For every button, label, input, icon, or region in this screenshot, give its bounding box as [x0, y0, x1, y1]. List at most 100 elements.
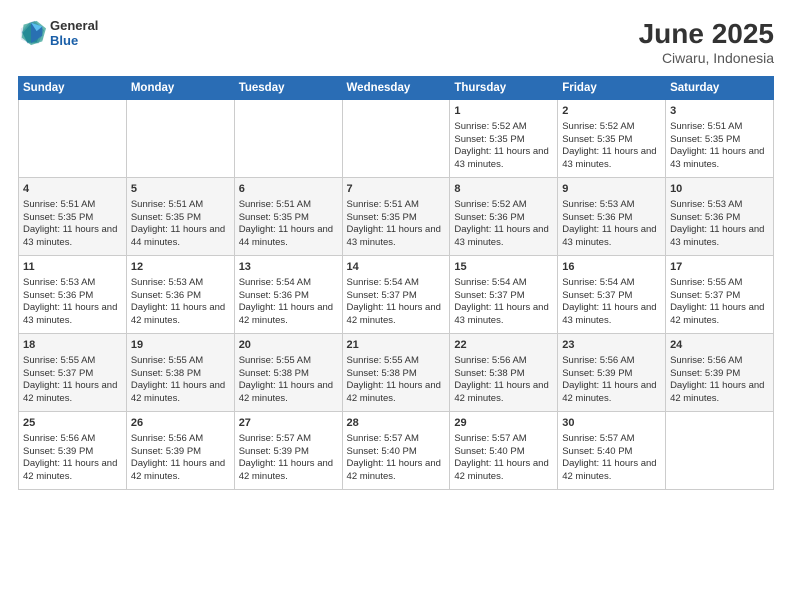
header-row: Sunday Monday Tuesday Wednesday Thursday…: [19, 77, 774, 100]
daylight-text: Daylight: 11 hours and 42 minutes.: [454, 458, 548, 482]
daylight-text: Daylight: 11 hours and 43 minutes.: [23, 224, 117, 248]
empty-cell: [234, 100, 342, 178]
daylight-text: Daylight: 11 hours and 42 minutes.: [562, 380, 656, 404]
empty-cell: [666, 412, 774, 490]
week-row-2: 4 Sunrise: 5:51 AM Sunset: 5:35 PM Dayli…: [19, 178, 774, 256]
sunset-text: Sunset: 5:38 PM: [131, 368, 201, 379]
daylight-text: Daylight: 11 hours and 42 minutes.: [454, 380, 548, 404]
day-number: 10: [670, 182, 769, 197]
daylight-text: Daylight: 11 hours and 42 minutes.: [670, 302, 764, 326]
daylight-text: Daylight: 11 hours and 43 minutes.: [562, 224, 656, 248]
day-number: 21: [347, 338, 446, 353]
sunset-text: Sunset: 5:35 PM: [454, 134, 524, 145]
page: General Blue June 2025 Ciwaru, Indonesia…: [0, 0, 792, 612]
sunset-text: Sunset: 5:37 PM: [562, 290, 632, 301]
day-number: 8: [454, 182, 553, 197]
sunset-text: Sunset: 5:39 PM: [239, 446, 309, 457]
day-cell: 24 Sunrise: 5:56 AM Sunset: 5:39 PM Dayl…: [666, 334, 774, 412]
day-number: 28: [347, 416, 446, 431]
sunset-text: Sunset: 5:37 PM: [670, 290, 740, 301]
day-number: 25: [23, 416, 122, 431]
daylight-text: Daylight: 11 hours and 43 minutes.: [347, 224, 441, 248]
col-friday: Friday: [558, 77, 666, 100]
logo: General Blue: [18, 18, 98, 48]
day-cell: 26 Sunrise: 5:56 AM Sunset: 5:39 PM Dayl…: [126, 412, 234, 490]
sunset-text: Sunset: 5:36 PM: [131, 290, 201, 301]
day-cell: 7 Sunrise: 5:51 AM Sunset: 5:35 PM Dayli…: [342, 178, 450, 256]
sunset-text: Sunset: 5:39 PM: [670, 368, 740, 379]
sunset-text: Sunset: 5:35 PM: [562, 134, 632, 145]
day-number: 16: [562, 260, 661, 275]
logo-text-block: General Blue: [50, 18, 98, 48]
sunrise-text: Sunrise: 5:55 AM: [131, 355, 203, 366]
day-number: 15: [454, 260, 553, 275]
day-cell: 27 Sunrise: 5:57 AM Sunset: 5:39 PM Dayl…: [234, 412, 342, 490]
day-number: 20: [239, 338, 338, 353]
sunrise-text: Sunrise: 5:51 AM: [670, 121, 742, 132]
sunrise-text: Sunrise: 5:52 AM: [562, 121, 634, 132]
header: General Blue June 2025 Ciwaru, Indonesia: [18, 18, 774, 66]
daylight-text: Daylight: 11 hours and 43 minutes.: [23, 302, 117, 326]
sunrise-text: Sunrise: 5:54 AM: [347, 277, 419, 288]
sunset-text: Sunset: 5:36 PM: [562, 212, 632, 223]
daylight-text: Daylight: 11 hours and 42 minutes.: [239, 458, 333, 482]
day-number: 30: [562, 416, 661, 431]
sunrise-text: Sunrise: 5:53 AM: [23, 277, 95, 288]
sunrise-text: Sunrise: 5:51 AM: [239, 199, 311, 210]
day-number: 9: [562, 182, 661, 197]
sunrise-text: Sunrise: 5:51 AM: [23, 199, 95, 210]
week-row-4: 18 Sunrise: 5:55 AM Sunset: 5:37 PM Dayl…: [19, 334, 774, 412]
sunset-text: Sunset: 5:38 PM: [454, 368, 524, 379]
day-number: 14: [347, 260, 446, 275]
sunrise-text: Sunrise: 5:55 AM: [347, 355, 419, 366]
sunset-text: Sunset: 5:35 PM: [347, 212, 417, 223]
logo-line2: Blue: [50, 33, 98, 48]
logo-line1: General: [50, 18, 98, 33]
daylight-text: Daylight: 11 hours and 43 minutes.: [670, 146, 764, 170]
day-cell: 19 Sunrise: 5:55 AM Sunset: 5:38 PM Dayl…: [126, 334, 234, 412]
day-cell: 11 Sunrise: 5:53 AM Sunset: 5:36 PM Dayl…: [19, 256, 127, 334]
sunrise-text: Sunrise: 5:56 AM: [23, 433, 95, 444]
sunset-text: Sunset: 5:36 PM: [454, 212, 524, 223]
sunrise-text: Sunrise: 5:57 AM: [347, 433, 419, 444]
col-wednesday: Wednesday: [342, 77, 450, 100]
day-number: 5: [131, 182, 230, 197]
sunrise-text: Sunrise: 5:57 AM: [454, 433, 526, 444]
col-monday: Monday: [126, 77, 234, 100]
col-saturday: Saturday: [666, 77, 774, 100]
title-block: June 2025 Ciwaru, Indonesia: [639, 18, 774, 66]
day-number: 24: [670, 338, 769, 353]
day-number: 26: [131, 416, 230, 431]
daylight-text: Daylight: 11 hours and 42 minutes.: [562, 458, 656, 482]
week-row-1: 1 Sunrise: 5:52 AM Sunset: 5:35 PM Dayli…: [19, 100, 774, 178]
sunrise-text: Sunrise: 5:53 AM: [562, 199, 634, 210]
day-cell: 17 Sunrise: 5:55 AM Sunset: 5:37 PM Dayl…: [666, 256, 774, 334]
daylight-text: Daylight: 11 hours and 42 minutes.: [131, 380, 225, 404]
day-number: 11: [23, 260, 122, 275]
day-cell: 21 Sunrise: 5:55 AM Sunset: 5:38 PM Dayl…: [342, 334, 450, 412]
sunrise-text: Sunrise: 5:56 AM: [670, 355, 742, 366]
day-number: 7: [347, 182, 446, 197]
day-number: 17: [670, 260, 769, 275]
day-number: 1: [454, 104, 553, 119]
sunrise-text: Sunrise: 5:56 AM: [131, 433, 203, 444]
sunset-text: Sunset: 5:35 PM: [239, 212, 309, 223]
day-cell: 18 Sunrise: 5:55 AM Sunset: 5:37 PM Dayl…: [19, 334, 127, 412]
sunset-text: Sunset: 5:36 PM: [239, 290, 309, 301]
sunset-text: Sunset: 5:36 PM: [23, 290, 93, 301]
daylight-text: Daylight: 11 hours and 42 minutes.: [670, 380, 764, 404]
day-cell: 4 Sunrise: 5:51 AM Sunset: 5:35 PM Dayli…: [19, 178, 127, 256]
daylight-text: Daylight: 11 hours and 44 minutes.: [239, 224, 333, 248]
sunset-text: Sunset: 5:38 PM: [239, 368, 309, 379]
day-cell: 15 Sunrise: 5:54 AM Sunset: 5:37 PM Dayl…: [450, 256, 558, 334]
sunrise-text: Sunrise: 5:53 AM: [131, 277, 203, 288]
sunset-text: Sunset: 5:40 PM: [454, 446, 524, 457]
day-cell: 1 Sunrise: 5:52 AM Sunset: 5:35 PM Dayli…: [450, 100, 558, 178]
calendar-body: 1 Sunrise: 5:52 AM Sunset: 5:35 PM Dayli…: [19, 100, 774, 490]
col-thursday: Thursday: [450, 77, 558, 100]
sunset-text: Sunset: 5:36 PM: [670, 212, 740, 223]
sunrise-text: Sunrise: 5:57 AM: [562, 433, 634, 444]
sunset-text: Sunset: 5:37 PM: [23, 368, 93, 379]
day-cell: 29 Sunrise: 5:57 AM Sunset: 5:40 PM Dayl…: [450, 412, 558, 490]
daylight-text: Daylight: 11 hours and 42 minutes.: [239, 302, 333, 326]
